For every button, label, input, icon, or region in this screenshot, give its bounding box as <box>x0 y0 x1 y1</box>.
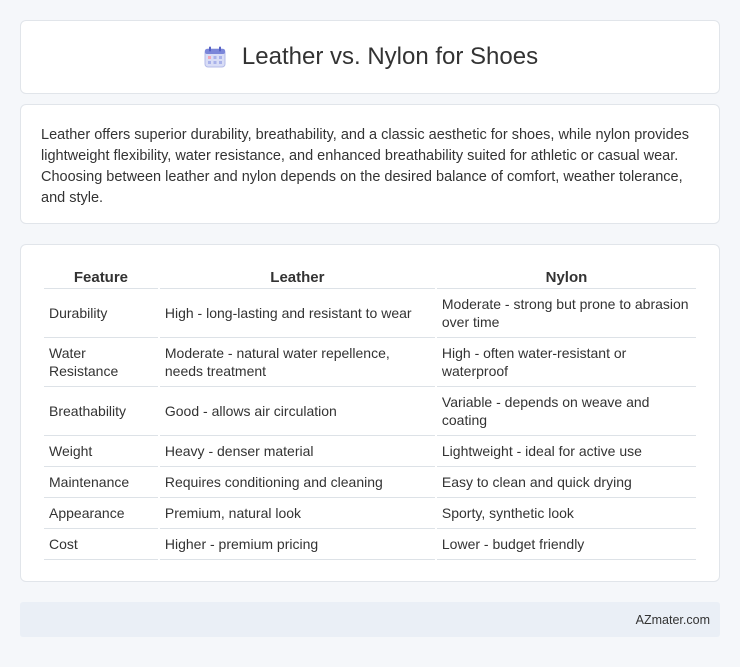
comparison-table: Feature Leather Nylon Durability High - … <box>42 263 698 560</box>
leather-cell: Higher - premium pricing <box>159 529 435 560</box>
table-row: Water Resistance Moderate - natural wate… <box>44 338 696 387</box>
nylon-cell: Moderate - strong but prone to abrasion … <box>436 289 696 338</box>
feature-cell: Durability <box>44 289 158 338</box>
nylon-cell: Easy to clean and quick drying <box>436 467 696 498</box>
summary-card: Leather offers superior durability, brea… <box>20 104 720 224</box>
nylon-cell: Lightweight - ideal for active use <box>436 436 696 467</box>
column-header-feature: Feature <box>44 263 158 289</box>
title-card: Leather vs. Nylon for Shoes <box>20 20 720 94</box>
leather-cell: Requires conditioning and cleaning <box>159 467 435 498</box>
leather-cell: High - long-lasting and resistant to wea… <box>159 289 435 338</box>
column-header-nylon: Nylon <box>436 263 696 289</box>
table-row: Maintenance Requires conditioning and cl… <box>44 467 696 498</box>
nylon-cell: Sporty, synthetic look <box>436 498 696 529</box>
footer-brand-link[interactable]: AZmater.com <box>636 613 710 627</box>
leather-cell: Moderate - natural water repellence, nee… <box>159 338 435 387</box>
leather-cell: Good - allows air circulation <box>159 387 435 436</box>
feature-cell: Weight <box>44 436 158 467</box>
page-title: Leather vs. Nylon for Shoes <box>241 43 539 70</box>
feature-cell: Breathability <box>44 387 158 436</box>
comparison-card: Feature Leather Nylon Durability High - … <box>20 244 720 582</box>
calendar-icon <box>204 46 226 68</box>
column-header-leather: Leather <box>159 263 435 289</box>
footer-bar: AZmater.com <box>20 602 720 637</box>
feature-cell: Cost <box>44 529 158 560</box>
table-row: Cost Higher - premium pricing Lower - bu… <box>44 529 696 560</box>
table-row: Appearance Premium, natural look Sporty,… <box>44 498 696 529</box>
leather-cell: Premium, natural look <box>159 498 435 529</box>
nylon-cell: High - often water-resistant or waterpro… <box>436 338 696 387</box>
leather-cell: Heavy - denser material <box>159 436 435 467</box>
table-row: Durability High - long-lasting and resis… <box>44 289 696 338</box>
table-row: Breathability Good - allows air circulat… <box>44 387 696 436</box>
feature-cell: Water Resistance <box>44 338 158 387</box>
nylon-cell: Variable - depends on weave and coating <box>436 387 696 436</box>
feature-cell: Appearance <box>44 498 158 529</box>
summary-text: Leather offers superior durability, brea… <box>41 127 690 206</box>
nylon-cell: Lower - budget friendly <box>436 529 696 560</box>
feature-cell: Maintenance <box>44 467 158 498</box>
table-row: Weight Heavy - denser material Lightweig… <box>44 436 696 467</box>
table-header-row: Feature Leather Nylon <box>44 263 696 289</box>
